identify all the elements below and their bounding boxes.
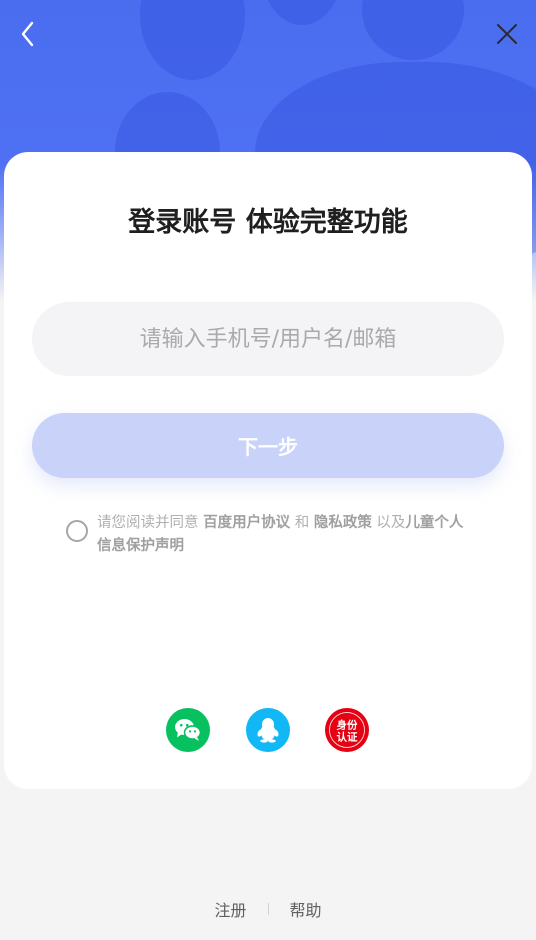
next-step-button[interactable]: 下一步 — [32, 413, 504, 478]
privacy-policy-link[interactable]: 隐私政策 — [314, 515, 372, 531]
decorative-blob — [140, 0, 245, 80]
close-button[interactable] — [485, 12, 529, 56]
wechat-login-button[interactable] — [166, 708, 210, 752]
qq-penguin-icon — [257, 718, 279, 743]
footer-divider — [267, 903, 269, 915]
back-button[interactable] — [6, 12, 50, 56]
agreement-checkbox[interactable] — [66, 520, 88, 542]
agreement-prefix: 请您阅读并同意 — [97, 515, 204, 531]
footer: 注册 帮助 — [0, 897, 536, 921]
agreement-row: 请您阅读并同意 百度用户协议 和 隐私政策 以及儿童个人信息保护声明 — [66, 512, 476, 558]
id-badge-text-top: 身份 — [337, 719, 358, 732]
id-verification-button[interactable]: 身份 认证 — [325, 708, 369, 752]
agreement-and: 和 — [290, 515, 314, 531]
agreement-text: 请您阅读并同意 百度用户协议 和 隐私政策 以及儿童个人信息保护声明 — [97, 512, 476, 558]
decorative-blob — [262, 0, 342, 25]
close-icon — [497, 24, 517, 44]
user-agreement-link[interactable]: 百度用户协议 — [203, 515, 290, 531]
qq-login-button[interactable] — [246, 708, 290, 752]
help-link[interactable]: 帮助 — [290, 897, 322, 921]
login-card: 登录账号 体验完整功能 下一步 请您阅读并同意 百度用户协议 和 隐私政策 以及… — [4, 152, 532, 789]
back-chevron-icon — [21, 21, 34, 47]
wechat-icon — [175, 719, 202, 741]
account-input[interactable] — [32, 302, 504, 376]
register-link[interactable]: 注册 — [214, 897, 246, 921]
id-badge-text-bottom: 认证 — [337, 730, 358, 743]
agreement-and-2: 以及 — [371, 515, 406, 531]
page-title: 登录账号 体验完整功能 — [128, 207, 408, 238]
id-verification-icon: 身份 认证 — [329, 712, 365, 748]
decorative-blob — [362, 0, 464, 60]
